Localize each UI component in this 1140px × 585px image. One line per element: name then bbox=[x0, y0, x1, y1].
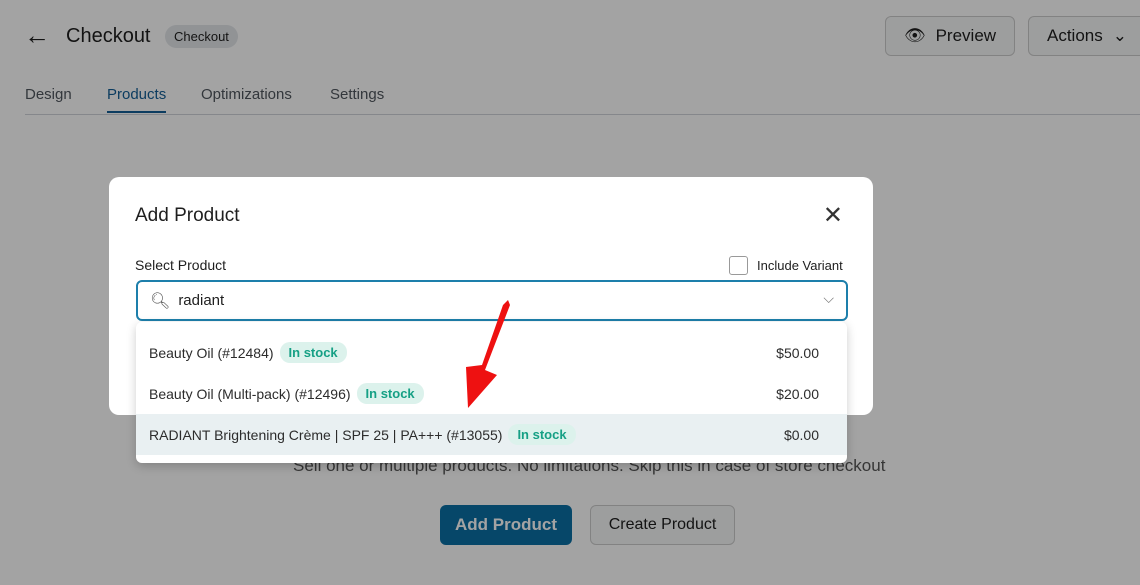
red-arrow-annotation-icon bbox=[466, 300, 510, 408]
